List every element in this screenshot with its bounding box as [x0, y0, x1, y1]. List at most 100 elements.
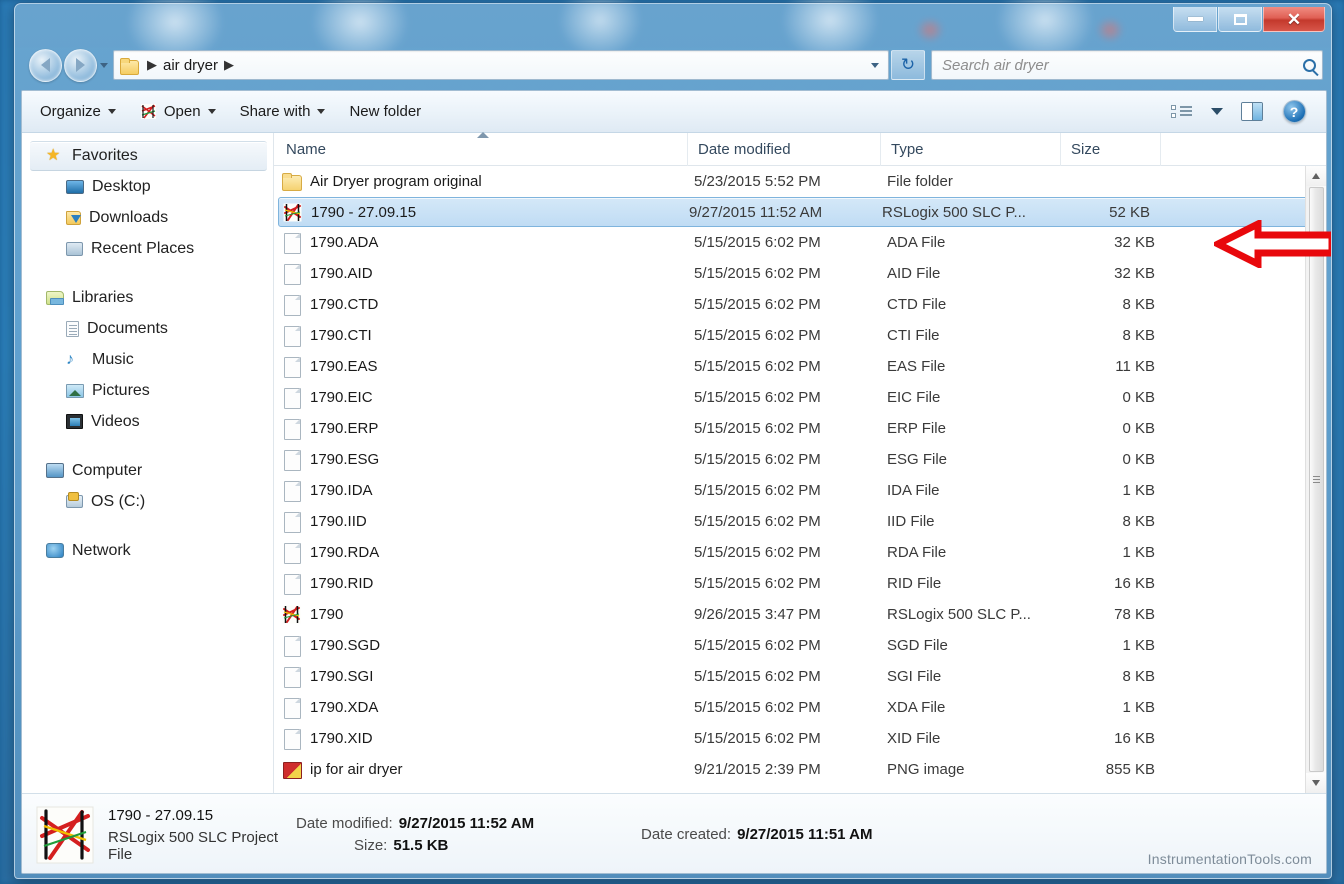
rslogix-icon — [282, 605, 301, 624]
scroll-up-button[interactable] — [1305, 166, 1326, 186]
music-icon: ♪ — [66, 350, 74, 368]
file-size-cell: 1 KB — [1122, 699, 1155, 716]
search-input[interactable]: Search air dryer — [931, 50, 1323, 80]
table-row[interactable]: 1790.ERP 5/15/2015 6:02 PM ERP File 0 KB — [274, 413, 1326, 444]
back-button[interactable] — [29, 48, 62, 82]
table-row[interactable]: Air Dryer program original 5/23/2015 5:52… — [274, 166, 1326, 197]
table-row[interactable]: 1790.RID 5/15/2015 6:02 PM RID File 16 KB — [274, 568, 1326, 599]
table-row[interactable]: 1790.EIC 5/15/2015 6:02 PM EIC File 0 KB — [274, 382, 1326, 413]
breadcrumb-separator-icon[interactable]: ▶ — [147, 57, 157, 73]
folder-icon — [282, 172, 302, 191]
minimize-icon — [1187, 17, 1203, 21]
file-name-cell: 1790.IID — [282, 512, 694, 533]
table-row[interactable]: 1790.SGD 5/15/2015 6:02 PM SGD File 1 KB — [274, 630, 1326, 661]
file-icon — [282, 481, 301, 502]
table-row[interactable]: ip for air dryer 9/21/2015 2:39 PM PNG ima… — [274, 754, 1326, 785]
table-row[interactable]: 1790.RDA 5/15/2015 6:02 PM RDA File 1 KB — [274, 537, 1326, 568]
file-type-cell: RSLogix 500 SLC P... — [887, 606, 1031, 623]
sidebar-item-computer[interactable]: Computer — [22, 455, 273, 486]
address-breadcrumb-bar[interactable]: ▶ air dryer ▶ — [113, 50, 889, 80]
view-dropdown-button[interactable] — [1204, 97, 1230, 127]
sidebar-item-favorites[interactable]: ★ Favorites — [30, 141, 267, 171]
table-row[interactable]: 1790.SGI 5/15/2015 6:02 PM SGI File 8 KB — [274, 661, 1326, 692]
breadcrumb-current-folder[interactable]: air dryer — [163, 57, 218, 74]
file-icon — [282, 512, 301, 533]
details-size: Size: 51.5 KB — [296, 837, 641, 854]
organize-button[interactable]: Organize — [28, 97, 128, 127]
table-row[interactable]: 1790.XDA 5/15/2015 6:02 PM XDA File 1 KB — [274, 692, 1326, 723]
table-row[interactable]: 1790.EAS 5/15/2015 6:02 PM EAS File 11 KB — [274, 351, 1326, 382]
sidebar-item-libraries[interactable]: Libraries — [22, 282, 273, 313]
file-date-cell: 5/15/2015 6:02 PM — [694, 265, 821, 282]
details-columns: 1790 - 27.09.15 RSLogix 500 SLC Project … — [108, 807, 872, 863]
file-date-cell: 5/15/2015 6:02 PM — [694, 296, 821, 313]
table-row[interactable]: 1790.XID 5/15/2015 6:02 PM XID File 16 KB — [274, 723, 1326, 754]
sidebar-item-documents[interactable]: Documents — [22, 313, 273, 344]
column-header-type[interactable]: Type — [881, 132, 1061, 166]
sidebar-item-network[interactable]: Network — [22, 535, 273, 566]
file-size-cell: 1 KB — [1122, 482, 1155, 499]
sidebar-item-desktop[interactable]: Desktop — [22, 171, 273, 202]
forward-button[interactable] — [64, 48, 97, 82]
file-size-cell: 16 KB — [1114, 730, 1155, 747]
vertical-scrollbar[interactable] — [1305, 166, 1326, 793]
scroll-down-button[interactable] — [1305, 773, 1326, 793]
sidebar-item-pictures[interactable]: Pictures — [22, 375, 273, 406]
close-button[interactable]: ✕ — [1263, 7, 1325, 32]
details-file-name: 1790 - 27.09.15 — [108, 806, 214, 824]
column-header-name[interactable]: Name — [276, 132, 688, 166]
table-row[interactable]: 1790.ESG 5/15/2015 6:02 PM ESG File 0 KB — [274, 444, 1326, 475]
file-name-cell: 1790.ADA — [282, 233, 694, 254]
table-row[interactable]: 1790 - 27.09.15 9/27/2015 11:52 AM RSLogix… — [278, 197, 1316, 227]
share-with-button[interactable]: Share with — [228, 97, 338, 127]
table-row[interactable]: 1790.AID 5/15/2015 6:02 PM AID File 32 KB — [274, 258, 1326, 289]
file-size-cell: 52 KB — [1109, 203, 1150, 221]
file-size-cell: 0 KB — [1122, 451, 1155, 468]
organize-label: Organize — [40, 103, 101, 120]
table-row[interactable]: 1790 9/26/2015 3:47 PM RSLogix 500 SLC P..… — [274, 599, 1326, 630]
file-date-cell: 5/15/2015 6:02 PM — [694, 513, 821, 530]
file-date-cell: 9/26/2015 3:47 PM — [694, 606, 821, 623]
scroll-thumb[interactable] — [1308, 187, 1324, 772]
sidebar-item-videos[interactable]: Videos — [22, 406, 273, 437]
table-row[interactable]: 1790.ADA 5/15/2015 6:02 PM ADA File 32 KB — [274, 227, 1326, 258]
details-created-column: Date created: 9/27/2015 11:51 AM — [641, 826, 872, 843]
file-size-cell: 0 KB — [1122, 420, 1155, 437]
details-file-type: RSLogix 500 SLC Project File — [108, 828, 279, 863]
address-dropdown-button[interactable] — [864, 51, 886, 79]
maximize-button[interactable] — [1218, 7, 1262, 32]
file-size-cell: 1 KB — [1122, 637, 1155, 654]
search-icon — [1303, 58, 1316, 72]
sidebar-item-music[interactable]: ♪ Music — [22, 344, 273, 375]
file-name-label: 1790.ESG — [310, 451, 380, 468]
sidebar-item-downloads[interactable]: Downloads — [22, 202, 273, 233]
open-button[interactable]: Open — [128, 97, 228, 127]
preview-pane-button[interactable] — [1232, 97, 1272, 127]
sidebar-item-recent-places[interactable]: Recent Places — [22, 233, 273, 264]
help-button[interactable]: ? — [1274, 97, 1314, 127]
column-header-size[interactable]: Size — [1061, 132, 1161, 166]
file-icon — [282, 667, 301, 688]
table-row[interactable]: 1790.IID 5/15/2015 6:02 PM IID File 8 KB — [274, 506, 1326, 537]
table-row[interactable]: 1790.IDA 5/15/2015 6:02 PM IDA File 1 KB — [274, 475, 1326, 506]
chevron-down-icon — [100, 62, 108, 68]
file-name-label: 1790 - 27.09.15 — [311, 203, 417, 221]
column-header-date-modified[interactable]: Date modified — [688, 132, 881, 166]
file-type-cell: RDA File — [887, 544, 947, 561]
breadcrumb-separator-icon-2[interactable]: ▶ — [224, 57, 234, 73]
change-view-button[interactable] — [1162, 97, 1202, 127]
sidebar-item-os-c[interactable]: OS (C:) — [22, 486, 273, 517]
table-row[interactable]: 1790.CTD 5/15/2015 6:02 PM CTD File 8 KB — [274, 289, 1326, 320]
recent-locations-button[interactable] — [97, 49, 111, 82]
file-rows-container[interactable]: Air Dryer program original 5/23/2015 5:52… — [274, 166, 1326, 793]
file-name-label: 1790.SGI — [310, 668, 374, 685]
column-header-label: Date modified — [698, 140, 791, 158]
file-name-label: ip for air dryer — [310, 761, 403, 778]
minimize-button[interactable] — [1173, 7, 1217, 32]
new-folder-button[interactable]: New folder — [337, 97, 433, 127]
table-row[interactable]: 1790.CTI 5/15/2015 6:02 PM CTI File 8 KB — [274, 320, 1326, 351]
png-icon — [282, 760, 302, 779]
navigation-pane[interactable]: ★ Favorites Desktop Downloads Recent Places L… — [22, 133, 274, 793]
file-type-cell: File folder — [887, 173, 953, 190]
refresh-button[interactable]: ↻ — [891, 50, 925, 80]
